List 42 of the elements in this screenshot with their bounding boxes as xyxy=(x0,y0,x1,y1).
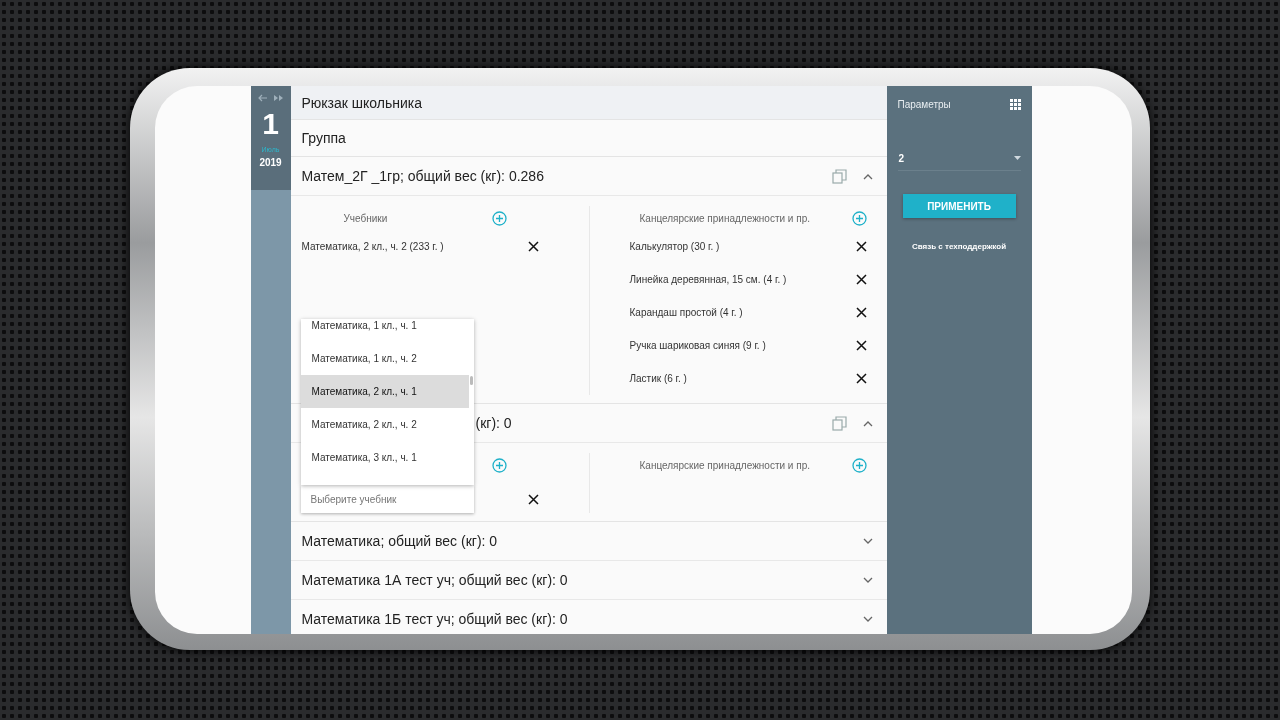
dropdown-option[interactable]: Математика, 2 кл., ч. 1 xyxy=(300,375,469,408)
supply-item: Ручка шариковая синяя (9 г. ) xyxy=(629,340,766,351)
value-select[interactable]: 2 xyxy=(897,146,1021,171)
supply-item: Ластик (6 г. ) xyxy=(629,373,687,384)
supply-item: Карандаш простой (4 г. ) xyxy=(629,307,743,318)
remove-icon[interactable] xyxy=(855,307,867,318)
remove-icon[interactable] xyxy=(527,493,539,505)
remove-icon[interactable] xyxy=(855,373,867,384)
group-title[interactable]: (кг): 0 xyxy=(475,415,512,431)
dropdown-option[interactable]: Математика, 3 кл., ч. 1 xyxy=(300,441,469,474)
group-title[interactable]: Математика 1Б тест уч; общий вес (кг): 0 xyxy=(301,611,568,627)
group-label: Группа xyxy=(301,130,346,146)
textbook-item: Математика, 2 кл., ч. 2 (233 г. ) xyxy=(301,241,444,252)
supply-item: Калькулятор (30 г. ) xyxy=(629,241,720,252)
page-title: Рюкзак школьника xyxy=(301,94,423,111)
textbook-input[interactable]: Выберите учебник xyxy=(300,485,474,513)
remove-icon[interactable] xyxy=(855,241,867,252)
group-title[interactable]: Матем_2Г _1гр; общий вес (кг): 0.286 xyxy=(301,168,544,184)
remove-icon[interactable] xyxy=(527,241,539,252)
year-label: 2019 xyxy=(259,157,282,168)
group-title[interactable]: Математика 1А тест уч; общий вес (кг): 0 xyxy=(301,572,568,588)
remove-icon[interactable] xyxy=(855,340,867,351)
dropdown-option[interactable]: Математика, 1 кл., ч. 2 xyxy=(300,342,469,375)
grid-icon[interactable] xyxy=(1009,98,1021,110)
group-title[interactable]: Математика; общий вес (кг): 0 xyxy=(301,533,498,549)
support-link[interactable]: Связь с техподдержкой xyxy=(911,242,1007,251)
scrollbar-thumb[interactable] xyxy=(469,376,473,385)
column-header: Канцелярские принадлежности и пр. xyxy=(639,212,810,224)
day-number: 1 xyxy=(262,106,279,142)
dropdown-option[interactable]: Математика, 1 кл., ч. 1 xyxy=(300,319,469,342)
dropdown-caret-icon[interactable] xyxy=(1013,156,1021,160)
supply-item: Линейка деревянная, 15 см. (4 г. ) xyxy=(629,274,787,285)
panel-title: Параметры xyxy=(897,98,951,110)
chevron-down-icon[interactable] xyxy=(862,576,873,584)
chevron-up-icon[interactable] xyxy=(862,419,873,427)
chevron-up-icon[interactable] xyxy=(862,172,873,180)
column-header: Учебники xyxy=(343,212,388,224)
remove-icon[interactable] xyxy=(855,274,867,285)
column-header: Канцелярские принадлежности и пр. xyxy=(639,459,810,471)
chevron-down-icon[interactable] xyxy=(862,615,873,623)
chevron-down-icon[interactable] xyxy=(862,537,873,545)
dropdown-option[interactable]: Математика, 2 кл., ч. 2 xyxy=(300,408,469,441)
